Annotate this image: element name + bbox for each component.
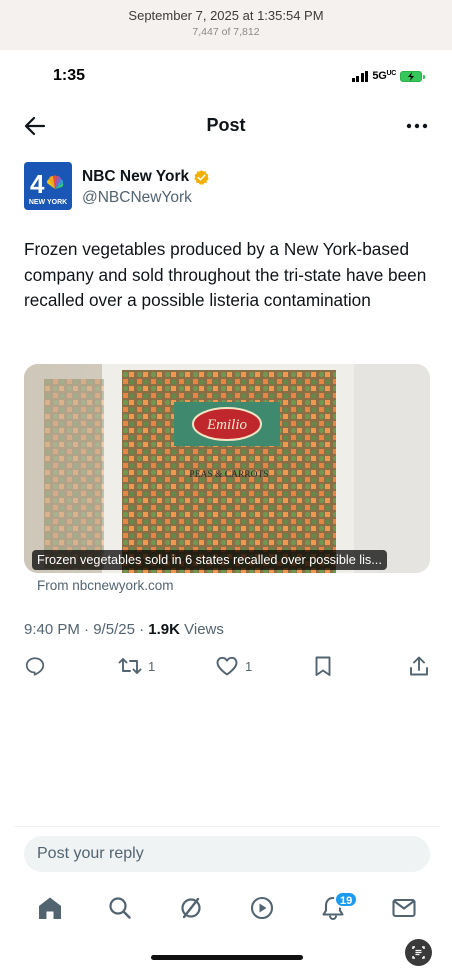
meta-separator: · [139, 621, 145, 638]
post-meta: 9:40 PM · 9/5/25 · 1.9K Views [24, 621, 224, 638]
status-time: 1:35 [53, 67, 86, 84]
photo-count: 7,447 of 7,812 [192, 26, 260, 38]
grok-tab-icon[interactable] [177, 895, 205, 921]
author-name-text: NBC New York [82, 168, 190, 185]
post-text: Frozen vegetables produced by a New York… [24, 239, 427, 310]
top-nav: Post [0, 106, 452, 146]
like-button[interactable]: 1 [215, 655, 252, 677]
messages-tab-icon[interactable] [390, 895, 418, 921]
notification-badge: 19 [334, 891, 359, 908]
post-date: 9/5/25 [93, 621, 135, 638]
package-label: PEAS & CARROTS [189, 470, 268, 480]
home-tab-icon[interactable] [36, 895, 64, 921]
bookmark-button[interactable] [312, 655, 334, 677]
more-options-icon[interactable] [404, 114, 430, 138]
author-name[interactable]: NBC New York [82, 168, 210, 186]
like-count: 1 [245, 658, 253, 674]
link-card-media[interactable]: Emilio PEAS & CARROTS Frozen vegetables … [24, 364, 430, 573]
divider [14, 826, 440, 827]
photo-viewer-header: September 7, 2025 at 1:35:54 PM 7,447 of… [0, 0, 452, 50]
post-time: 9:40 PM [24, 621, 80, 638]
post-author[interactable]: 4 NEW YORK NBC New York @NBCNewYork [24, 162, 428, 214]
repost-icon [118, 658, 142, 674]
reply-icon [25, 657, 45, 676]
views-count: 1.9K [148, 621, 180, 638]
verified-badge-icon [194, 169, 209, 185]
post-actions: 1 1 [24, 655, 430, 679]
bottom-tab-bar [0, 888, 452, 928]
battery-icon [400, 70, 425, 82]
status-indicators: 5GUC [351, 70, 425, 82]
photo-date: September 7, 2025 at 1:35:54 PM [128, 8, 324, 23]
live-text-icon[interactable] [405, 939, 432, 966]
reply-input[interactable]: Post your reply [24, 836, 430, 872]
share-icon [410, 656, 428, 676]
media-caption: Frozen vegetables sold in 6 states recal… [32, 550, 387, 570]
repost-button[interactable]: 1 [118, 655, 155, 677]
avatar-number: 4 [30, 169, 45, 199]
heart-icon [216, 656, 238, 676]
signal-icon [351, 70, 369, 82]
media-source[interactable]: From nbcnewyork.com [37, 578, 174, 593]
network-label: 5GUC [372, 70, 396, 82]
bookmark-icon [315, 656, 331, 676]
repost-count: 1 [148, 658, 156, 674]
package-brand: Emilio [206, 417, 247, 433]
views-label: Views [184, 621, 224, 638]
meta-separator: · [84, 621, 90, 638]
search-tab-icon[interactable] [106, 895, 134, 921]
share-button[interactable] [408, 655, 430, 677]
video-tab-icon[interactable] [248, 895, 276, 921]
author-handle[interactable]: @NBCNewYork [82, 189, 192, 207]
reply-placeholder: Post your reply [37, 845, 144, 862]
avatar[interactable]: 4 NEW YORK [24, 162, 72, 210]
reply-button[interactable] [24, 655, 52, 677]
frozen-vegetables-image: Emilio PEAS & CARROTS [24, 364, 430, 573]
home-indicator [151, 955, 303, 960]
status-bar: 1:35 5GUC [0, 58, 452, 96]
avatar-caption: NEW YORK [29, 199, 67, 206]
page-title: Post [206, 115, 246, 135]
